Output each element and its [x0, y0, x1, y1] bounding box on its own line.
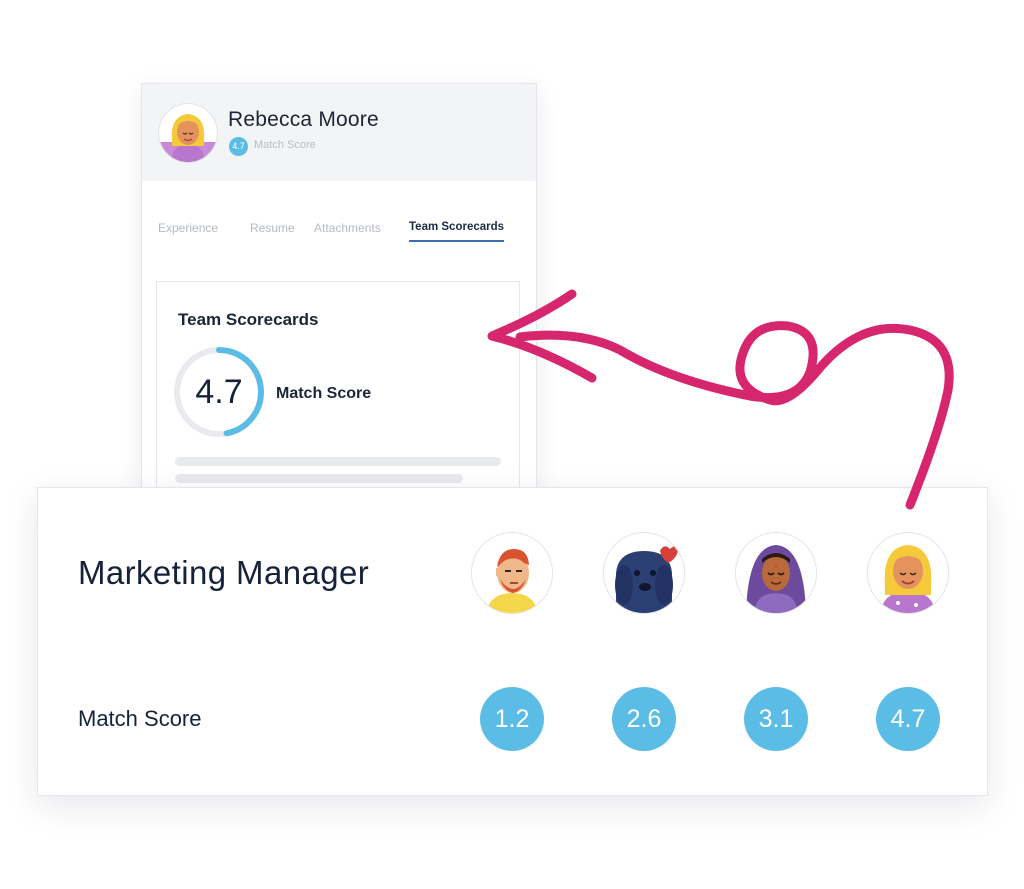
candidate-profile-card: Rebecca Moore 4.7 Match Score Experience… — [141, 83, 537, 505]
candidate-name: Rebecca Moore — [228, 108, 379, 131]
placeholder-line — [175, 474, 463, 483]
candidate-avatar — [158, 103, 218, 163]
team-scorecards-panel: Team Scorecards 4.7 Match Score — [156, 281, 520, 504]
tab-experience[interactable]: Experience — [158, 221, 218, 235]
match-score-value: 4.7 — [195, 373, 243, 411]
tab-resume[interactable]: Resume — [250, 221, 295, 235]
profile-header: Rebecca Moore 4.7 Match Score — [142, 84, 536, 181]
score-bubble: 1.2 — [480, 687, 544, 751]
match-score-label: Match Score — [254, 139, 316, 151]
profile-tabs: Experience Resume Attachments Team Score… — [158, 218, 518, 248]
match-score-badge: 4.7 — [229, 137, 248, 156]
dog-avatar — [603, 532, 685, 614]
tab-attachments[interactable]: Attachments — [314, 221, 381, 235]
tab-team-scorecards[interactable]: Team Scorecards — [409, 221, 505, 242]
team-comparison-panel: Marketing Manager Match Score 1.2 2.6 3.… — [37, 487, 988, 796]
job-title: Marketing Manager — [78, 554, 370, 591]
match-score-ring-label: Match Score — [276, 385, 372, 402]
placeholder-line — [175, 457, 501, 466]
hand-drawn-arrow-icon — [487, 289, 954, 510]
match-score-row-label: Match Score — [78, 706, 202, 731]
score-bubble: 4.7 — [876, 687, 940, 751]
scorecard-title: Team Scorecards — [178, 310, 319, 329]
score-bubble: 2.6 — [612, 687, 676, 751]
woman-headscarf-avatar — [735, 532, 817, 614]
woman-blonde-avatar — [867, 532, 949, 614]
man-beard-avatar — [471, 532, 553, 614]
score-bubble: 3.1 — [744, 687, 808, 751]
